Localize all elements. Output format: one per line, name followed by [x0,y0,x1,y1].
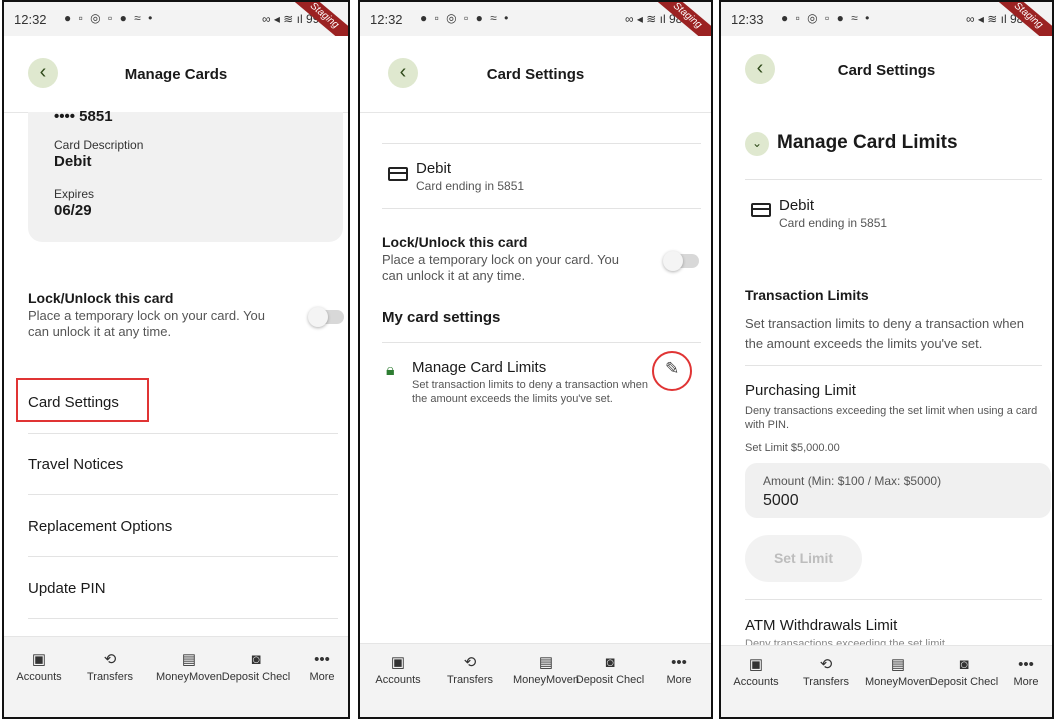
card-number: •••• 5851 [54,108,113,125]
card-name: Debit [779,197,815,214]
notification-icons: ● ▫ ◎ ▫ ● ≈ • [781,11,872,25]
money-movement-icon: ▤ [890,656,906,673]
nav-deposit-check[interactable]: ◙ Deposit Checl [572,652,648,686]
card-ending: Card ending in 5851 [779,216,888,230]
divider [28,618,338,619]
credit-card-icon [751,203,771,217]
nav-transfers[interactable]: ⟲ Transfers [72,649,148,683]
divider [28,433,338,434]
divider [745,179,1042,180]
status-bar: 12:32 ● ▫ ◎ ▫ ● ≈ • ∞ ◂ ≋ ıl 98% Staging [360,2,711,55]
screen-card-settings: 12:32 ● ▫ ◎ ▫ ● ≈ • ∞ ◂ ≋ ıl 98% Staging… [358,0,713,719]
menu-item-card-settings[interactable]: Card Settings [28,394,119,411]
nav-more[interactable]: ••• More [284,649,348,683]
lock-description: Place a temporary lock on your card. You… [28,308,266,339]
chevron-down-icon: ⌄ [751,136,763,150]
section-title: My card settings [382,309,501,326]
lock-toggle[interactable] [663,251,699,271]
menu-item-update-pin[interactable]: Update PIN [28,580,106,597]
purchasing-limit-description: Deny transactions exceeding the set limi… [745,405,1038,431]
divider [745,365,1042,366]
bottom-nav: ▣ Accounts ⟲ Transfers ▤ MoneyMoven ◙ Deposi… [4,636,348,717]
card-name: Debit [416,160,452,177]
divider [28,556,338,557]
notification-icons: ● ▫ ◎ ▫ ● ≈ • [420,11,511,25]
money-movement-icon: ▤ [181,651,197,668]
lock-toggle[interactable] [308,307,344,327]
set-limit-button[interactable]: Set Limit [745,535,862,582]
transfers-icon: ⟲ [103,651,117,668]
header: ‹ Card Settings [721,36,1052,108]
collapse-button[interactable]: ⌄ [745,132,769,156]
lock-title: Lock/Unlock this card [28,290,174,306]
bottom-nav: ▣ Accounts ⟲ Transfers ▤ MoneyMoven ◙ Deposi… [721,645,1052,717]
accounts-icon: ▣ [748,656,764,673]
expires-value: 06/29 [54,202,92,219]
menu-item-travel-notices[interactable]: Travel Notices [28,456,123,473]
page-title: Card Settings [486,66,585,83]
menu-item-replacement-options[interactable]: Replacement Options [28,518,172,535]
notification-icons: ● ▫ ◎ ▫ ● ≈ • [64,11,155,25]
divider [745,599,1042,600]
status-bar: 12:32 ● ▫ ◎ ▫ ● ≈ • ∞ ◂ ≋ ıl 99% Staging [4,2,348,55]
more-icon: ••• [671,654,687,671]
credit-card-icon [388,167,408,181]
transfers-icon: ⟲ [819,656,833,673]
camera-icon: ◙ [605,654,615,671]
transaction-limits-description: Set transaction limits to deny a transac… [745,316,1024,351]
amount-field[interactable]: Amount (Min: $100 / Max: $5000) 5000 [745,463,1051,518]
page-title: Manage Cards [124,66,228,83]
divider [382,342,701,343]
card-details-panel [28,112,343,242]
current-set-limit: Set Limit $5,000.00 [745,442,840,454]
toggle-knob [663,251,683,271]
purchasing-limit-title: Purchasing Limit [745,382,856,399]
divider [382,208,701,209]
more-icon: ••• [1018,656,1034,673]
nav-more[interactable]: ••• More [988,654,1052,688]
divider [382,143,701,144]
amount-field-value: 5000 [763,492,799,509]
limits-description: Set transaction limits to deny a transac… [412,379,649,405]
status-time: 12:32 [370,12,403,27]
atm-limit-title: ATM Withdrawals Limit [745,617,898,634]
bottom-nav: ▣ Accounts ⟲ Transfers ▤ MoneyMoven ◙ Deposi… [360,643,711,717]
accounts-icon: ▣ [31,651,47,668]
lock-icon: 🔒︎ [386,362,395,379]
header: ‹ Manage Cards [4,36,348,113]
accounts-icon: ▣ [390,654,406,671]
amount-field-label: Amount (Min: $100 / Max: $5000) [763,474,942,488]
status-bar: 12:33 ● ▫ ◎ ▫ ● ≈ • ∞ ◂ ≋ ıl 98% Staging [721,2,1052,55]
nav-deposit-check[interactable]: ◙ Deposit Checl [218,649,294,683]
nav-more[interactable]: ••• More [641,652,711,686]
nav-money-movement[interactable]: ▤ MoneyMoven [151,649,227,683]
card-description-value: Debit [54,153,92,170]
transfers-icon: ⟲ [463,654,477,671]
card-ending: Card ending in 5851 [416,179,525,193]
card-description-label: Card Description [54,138,144,152]
toggle-knob [308,307,328,327]
limits-title[interactable]: Manage Card Limits [412,359,546,376]
transaction-limits-title: Transaction Limits [745,287,869,303]
nav-accounts[interactable]: ▣ Accounts [721,654,794,688]
nav-transfers[interactable]: ⟲ Transfers [788,654,864,688]
lock-description: Place a temporary lock on your card. You… [382,252,620,283]
status-time: 12:32 [14,12,47,27]
header: ‹ Card Settings [360,36,711,113]
status-time: 12:33 [731,12,764,27]
screen-manage-cards: 12:32 ● ▫ ◎ ▫ ● ≈ • ∞ ◂ ≋ ıl 99% Staging… [2,0,350,719]
screen-manage-card-limits: 12:33 ● ▫ ◎ ▫ ● ≈ • ∞ ◂ ≋ ıl 98% Staging… [719,0,1054,719]
nav-transfers[interactable]: ⟲ Transfers [432,652,508,686]
divider [28,494,338,495]
nav-accounts[interactable]: ▣ Accounts [4,649,77,683]
page-title: Card Settings [837,62,936,79]
nav-accounts[interactable]: ▣ Accounts [360,652,436,686]
more-icon: ••• [314,651,330,668]
camera-icon: ◙ [251,651,261,668]
expires-label: Expires [54,187,95,201]
lock-title: Lock/Unlock this card [382,234,528,250]
edit-pencil-icon[interactable]: ✎ [665,359,679,379]
section-heading: Manage Card Limits [777,132,958,153]
nav-money-movement[interactable]: ▤ MoneyMoven [860,654,936,688]
